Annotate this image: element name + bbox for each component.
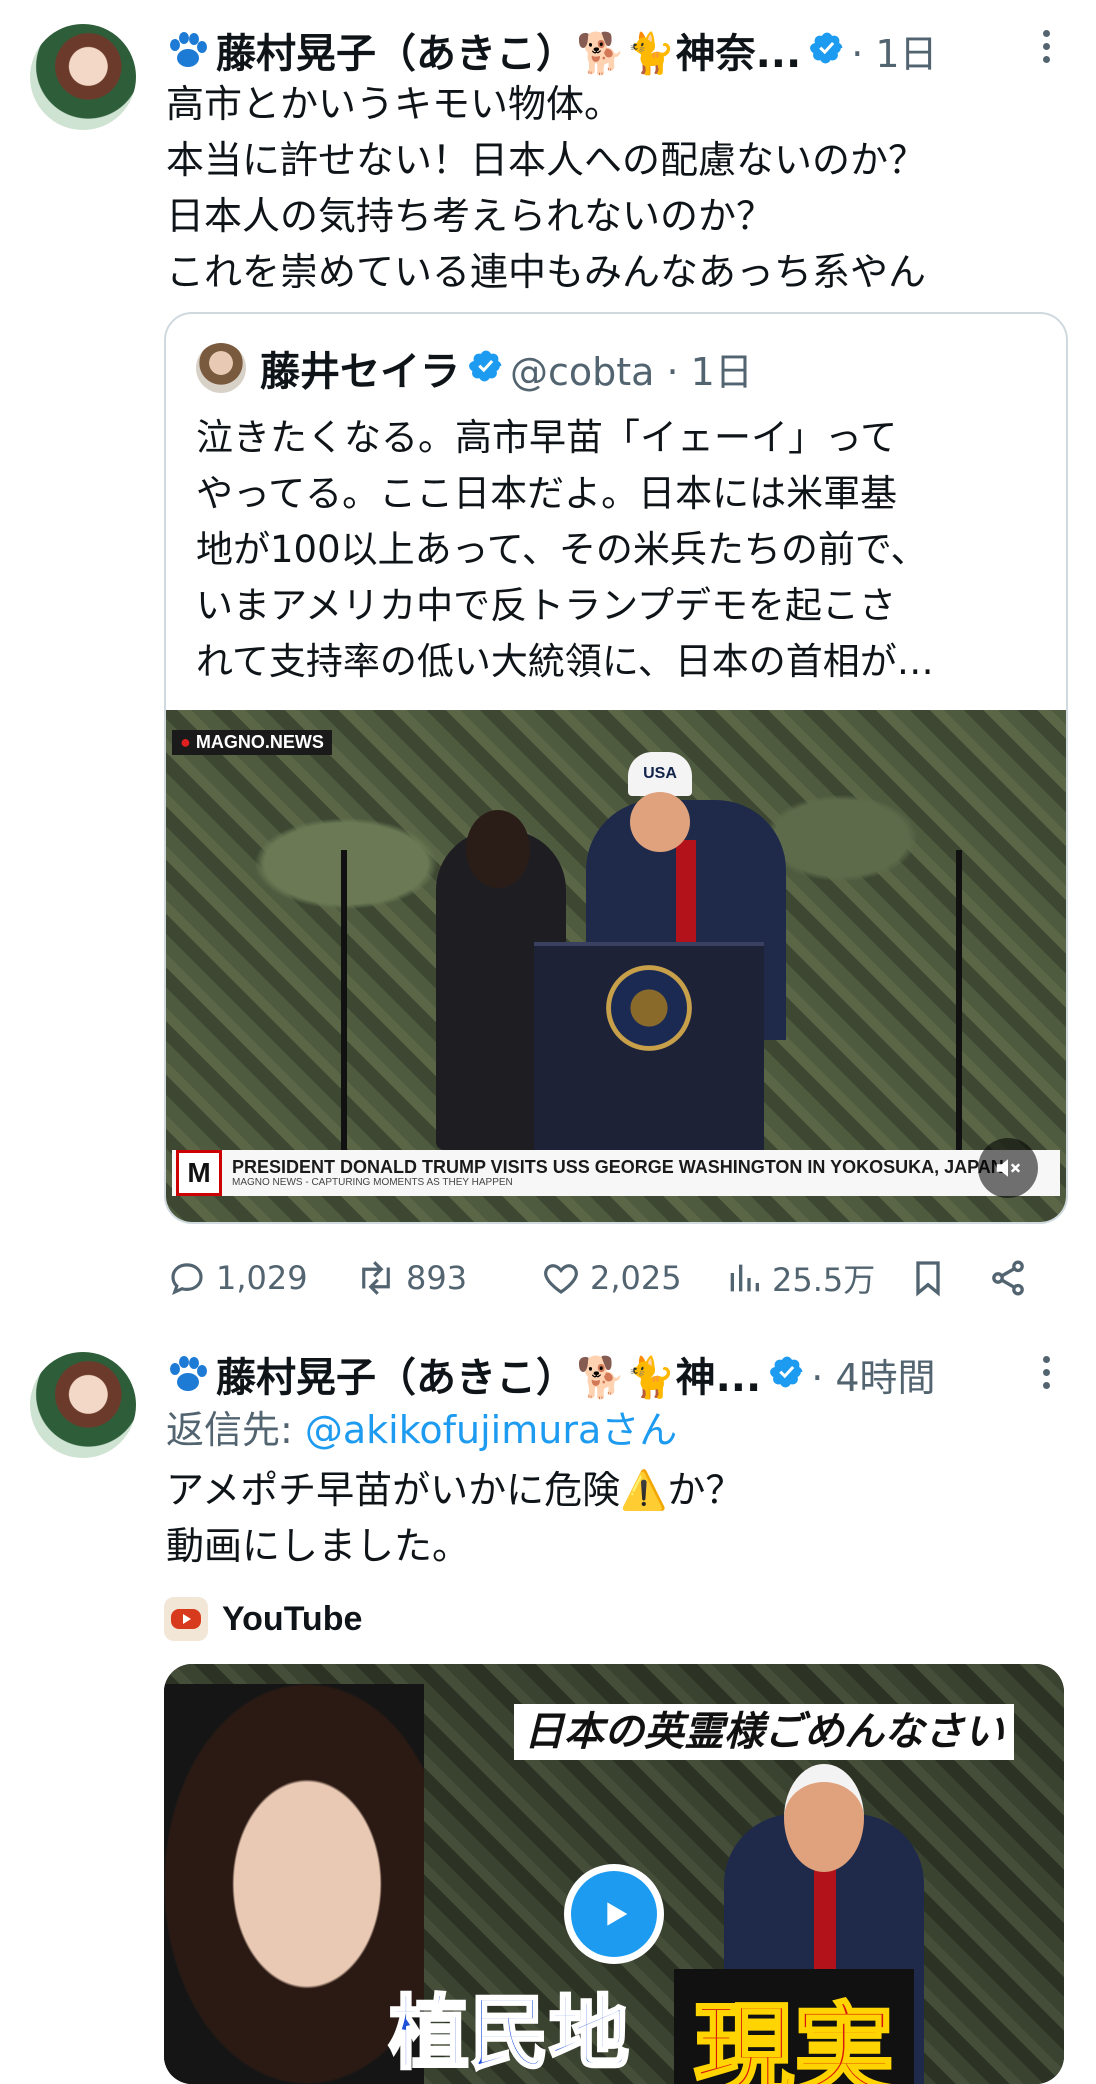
figure-woman-head	[466, 810, 530, 888]
hat-face	[630, 792, 690, 852]
tweet2-time[interactable]: · 4時間	[811, 1347, 935, 1402]
like-icon	[540, 1257, 582, 1299]
card-source: YouTube	[164, 1594, 362, 1644]
retweet-button[interactable]: 893	[354, 1257, 540, 1299]
reply-button[interactable]: 1,029	[166, 1257, 354, 1299]
views-count: 25.5万	[772, 1261, 876, 1299]
quote-header: 藤井セイラ @cobta · 1日	[196, 340, 753, 396]
share-icon	[988, 1258, 1028, 1298]
play-icon[interactable]	[564, 1864, 664, 1964]
verified-icon	[801, 30, 851, 70]
share-button[interactable]	[988, 1258, 1028, 1298]
thumb-big-right: 現実	[674, 1969, 914, 2084]
quoted-tweet[interactable]: 藤井セイラ @cobta · 1日 泣きたくなる。高市早苗「イェーイ」って やっ…	[164, 312, 1068, 1224]
chyron-logo: M	[176, 1150, 222, 1196]
youtube-icon	[164, 1597, 208, 1641]
reply-icon	[166, 1257, 208, 1299]
more-icon[interactable]	[1040, 30, 1052, 63]
tweet1-text: 高市とかいうキモい物体。 本当に許せない！日本人への配慮ないのか？ 日本人の気持…	[166, 82, 927, 294]
like-button[interactable]: 2,025	[540, 1257, 724, 1299]
like-count: 2,025	[590, 1259, 682, 1297]
chyron-text: PRESIDENT DONALD TRUMP VISITS USS GEORGE…	[232, 1156, 1004, 1177]
tweet1-time[interactable]: · 1日	[851, 23, 937, 78]
avatar-quote	[196, 343, 246, 393]
verified-icon	[761, 1354, 811, 1394]
paw-icon	[166, 1355, 208, 1393]
avatar-tweet1[interactable]	[30, 24, 136, 130]
tweet1-display-name[interactable]: 藤村晃子（あきこ）🐕🐈神奈...	[216, 21, 801, 79]
bookmark-icon	[908, 1257, 948, 1299]
tweet2-text: アメポチ早苗がいかに危険⚠️か？ 動画にしました。	[166, 1468, 744, 1568]
quote-display-name: 藤井セイラ	[260, 349, 460, 395]
thumb-person-left	[164, 1684, 424, 2084]
source-tag: ● MAGNO.NEWS	[172, 730, 332, 755]
tweet2-header: 藤村晃子（あきこ）🐕🐈神... · 4時間	[166, 1346, 936, 1402]
mute-icon[interactable]	[978, 1138, 1038, 1198]
verified-icon	[460, 348, 510, 388]
retweet-icon	[354, 1257, 398, 1299]
reply-to-line: 返信先: @akikofujimuraさん	[166, 1404, 677, 1456]
podium-seal	[606, 965, 692, 1051]
views-icon	[724, 1258, 764, 1298]
quote-video[interactable]: ● MAGNO.NEWS USA M PRESIDENT DONALD TRUM…	[166, 710, 1066, 1222]
tweet2-display-name[interactable]: 藤村晃子（あきこ）🐕🐈神...	[216, 1345, 761, 1403]
retweet-count: 893	[406, 1259, 468, 1297]
thumb-big-left: 植民地	[388, 1986, 631, 2082]
card-source-label: YouTube	[222, 1599, 363, 1638]
views-button[interactable]: 25.5万	[724, 1255, 908, 1301]
reply-to-handle-link[interactable]: @akikofujimuraさん	[305, 1408, 677, 1452]
reply-count: 1,029	[216, 1259, 308, 1297]
hat: USA	[628, 752, 692, 796]
bookmark-button[interactable]	[908, 1257, 988, 1299]
paw-icon	[166, 31, 208, 69]
chyron-subtext: MAGNO NEWS - CAPTURING MOMENTS AS THEY H…	[232, 1177, 513, 1189]
more-icon[interactable]	[1040, 1356, 1052, 1389]
chyron: M PRESIDENT DONALD TRUMP VISITS USS GEOR…	[172, 1150, 1060, 1196]
thumb-headline: 日本の英霊様ごめんなさい	[514, 1704, 1014, 1760]
quote-text: 泣きたくなる。高市早苗「イェーイ」って やってる。ここ日本だよ。日本には米軍基 …	[196, 416, 934, 683]
quote-handle-time: @cobta · 1日	[510, 349, 753, 394]
avatar-tweet2[interactable]	[30, 1352, 136, 1458]
tweet1-header: 藤村晃子（あきこ）🐕🐈神奈... · 1日	[166, 22, 938, 78]
mic-stand-left	[341, 850, 347, 1180]
youtube-card[interactable]: 日本の英霊様ごめんなさい 植民地 現実	[164, 1664, 1064, 2084]
tweet1-actions: 1,029 893 2,025 25.5万	[166, 1250, 1066, 1306]
thumb-figure-head	[784, 1764, 864, 1872]
reply-to-prefix: 返信先:	[166, 1408, 305, 1452]
mic-stand-right	[956, 850, 962, 1180]
